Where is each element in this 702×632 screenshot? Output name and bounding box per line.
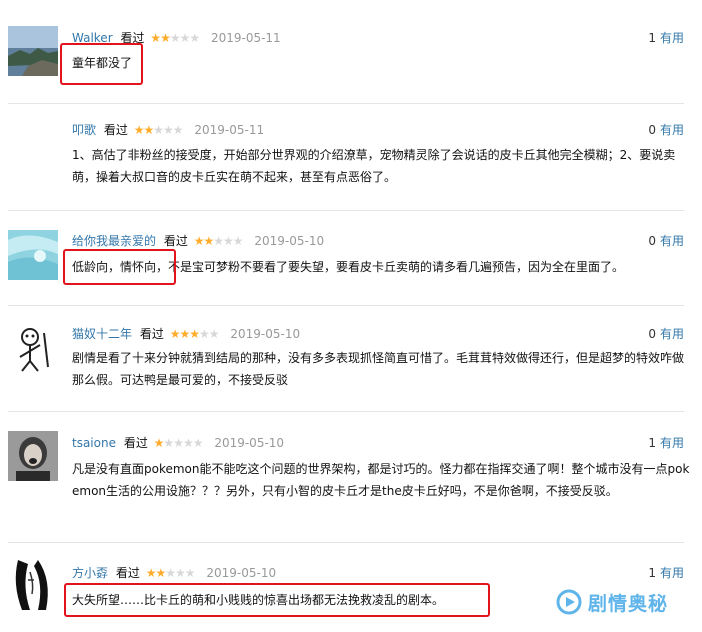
watch-status: 看过 — [123, 436, 148, 450]
username-link[interactable]: 方小孬 — [72, 566, 108, 580]
review-meta: 叩歌 看过 ★★★★★ 2019-05-11 — [72, 121, 264, 139]
divider — [8, 210, 684, 211]
review-meta: 方小孬 看过 ★★★★★ 2019-05-10 — [72, 564, 276, 582]
helpful-votes: 0 有用 — [648, 325, 684, 343]
divider — [8, 305, 684, 306]
rating-stars: ★★★★★ — [145, 564, 196, 582]
star-empty-icon: ★ — [192, 436, 204, 450]
star-filled-icon: ★ — [160, 31, 171, 45]
star-filled-icon: ★ — [203, 234, 214, 248]
vote-count: 0 — [648, 327, 656, 341]
watch-status: 看过 — [163, 234, 188, 248]
star-empty-icon: ★ — [232, 234, 244, 248]
review-date: 2019-05-10 — [214, 436, 285, 450]
helpful-votes: 0 有用 — [648, 121, 684, 139]
helpful-button[interactable]: 有用 — [660, 327, 684, 341]
review-text: 童年都没了 — [72, 56, 133, 70]
helpful-button[interactable]: 有用 — [660, 566, 684, 580]
divider — [8, 411, 684, 412]
username-link[interactable]: tsaione — [72, 436, 116, 450]
review-meta: tsaione 看过 ★★★★★ 2019-05-10 — [72, 434, 284, 452]
star-empty-icon: ★ — [153, 123, 164, 137]
username-link[interactable]: 给你我最亲爱的 — [72, 234, 156, 248]
avatar[interactable] — [8, 323, 58, 373]
helpful-button[interactable]: 有用 — [660, 31, 684, 45]
star-empty-icon: ★ — [163, 436, 174, 450]
avatar[interactable] — [8, 230, 58, 280]
vote-count: 0 — [648, 123, 656, 137]
highlight-box — [60, 43, 143, 85]
star-empty-icon: ★ — [213, 234, 224, 248]
rating-stars: ★★★★★ — [133, 121, 184, 139]
vote-count: 1 — [648, 566, 656, 580]
helpful-votes: 0 有用 — [648, 232, 684, 250]
star-empty-icon: ★ — [165, 566, 176, 580]
star-filled-icon: ★ — [179, 327, 190, 341]
watermark: 剧情奥秘 — [556, 586, 668, 618]
helpful-button[interactable]: 有用 — [660, 234, 684, 248]
star-filled-icon: ★ — [189, 327, 200, 341]
review-date: 2019-05-10 — [206, 566, 277, 580]
star-empty-icon: ★ — [208, 327, 220, 341]
avatar[interactable] — [8, 26, 58, 76]
helpful-button[interactable]: 有用 — [660, 436, 684, 450]
highlight-box — [63, 249, 176, 285]
star-empty-icon: ★ — [173, 436, 184, 450]
review-meta: 猫奴十二年 看过 ★★★★★ 2019-05-10 — [72, 325, 300, 343]
username-link[interactable]: 叩歌 — [72, 123, 96, 137]
star-empty-icon: ★ — [189, 31, 200, 45]
star-empty-icon: ★ — [222, 234, 234, 248]
vote-count: 1 — [648, 31, 656, 45]
avatar[interactable] — [8, 431, 58, 481]
helpful-votes: 1 有用 — [648, 29, 684, 47]
vote-count: 1 — [648, 436, 656, 450]
rating-stars: ★★★★★ — [169, 325, 220, 343]
star-filled-icon: ★ — [143, 123, 154, 137]
star-filled-icon: ★ — [145, 566, 157, 580]
username-link[interactable]: 猫奴十二年 — [72, 327, 132, 341]
play-logo-icon — [556, 589, 582, 615]
star-filled-icon: ★ — [133, 123, 145, 137]
star-empty-icon: ★ — [169, 31, 181, 45]
review-meta: 给你我最亲爱的 看过 ★★★★★ 2019-05-10 — [72, 232, 324, 250]
review-text: 凡是没有直面pokemon能不能吃这个问题的世界架构，都是讨巧的。怪力都在指挥交… — [72, 462, 690, 498]
watch-status: 看过 — [139, 327, 164, 341]
helpful-votes: 1 有用 — [648, 434, 684, 452]
review-date: 2019-05-11 — [210, 31, 281, 45]
divider — [8, 103, 684, 104]
review-date: 2019-05-11 — [194, 123, 265, 137]
rating-stars: ★★★★★ — [153, 434, 204, 452]
rating-stars: ★★★★★ — [150, 29, 200, 47]
star-filled-icon: ★ — [153, 436, 165, 450]
helpful-button[interactable]: 有用 — [660, 123, 684, 137]
rating-stars: ★★★★★ — [193, 232, 244, 250]
watch-status: 看过 — [115, 566, 140, 580]
review-date: 2019-05-10 — [230, 327, 301, 341]
review-text: 1、高估了非粉丝的接受度，开始部分世界观的介绍潦草，宠物精灵除了会说话的皮卡丘其… — [72, 148, 676, 184]
helpful-votes: 1 有用 — [648, 564, 684, 582]
star-empty-icon: ★ — [174, 566, 186, 580]
star-empty-icon: ★ — [172, 123, 184, 137]
watch-status: 看过 — [103, 123, 128, 137]
star-filled-icon: ★ — [193, 234, 205, 248]
avatar[interactable] — [8, 560, 58, 610]
vote-count: 0 — [648, 234, 656, 248]
star-empty-icon: ★ — [184, 566, 196, 580]
star-empty-icon: ★ — [182, 436, 194, 450]
watermark-text: 剧情奥秘 — [588, 592, 669, 615]
star-empty-icon: ★ — [162, 123, 174, 137]
star-empty-icon: ★ — [198, 327, 210, 341]
star-filled-icon: ★ — [150, 31, 161, 45]
star-filled-icon: ★ — [169, 327, 181, 341]
star-empty-icon: ★ — [179, 31, 191, 45]
review-date: 2019-05-10 — [254, 234, 325, 248]
star-filled-icon: ★ — [155, 566, 166, 580]
highlight-box — [64, 583, 490, 617]
divider — [8, 542, 684, 543]
review-text: 剧情是看了十来分钟就猜到结局的那种，没有多多表现抓怪简直可惜了。毛茸茸特效做得还… — [72, 351, 685, 387]
